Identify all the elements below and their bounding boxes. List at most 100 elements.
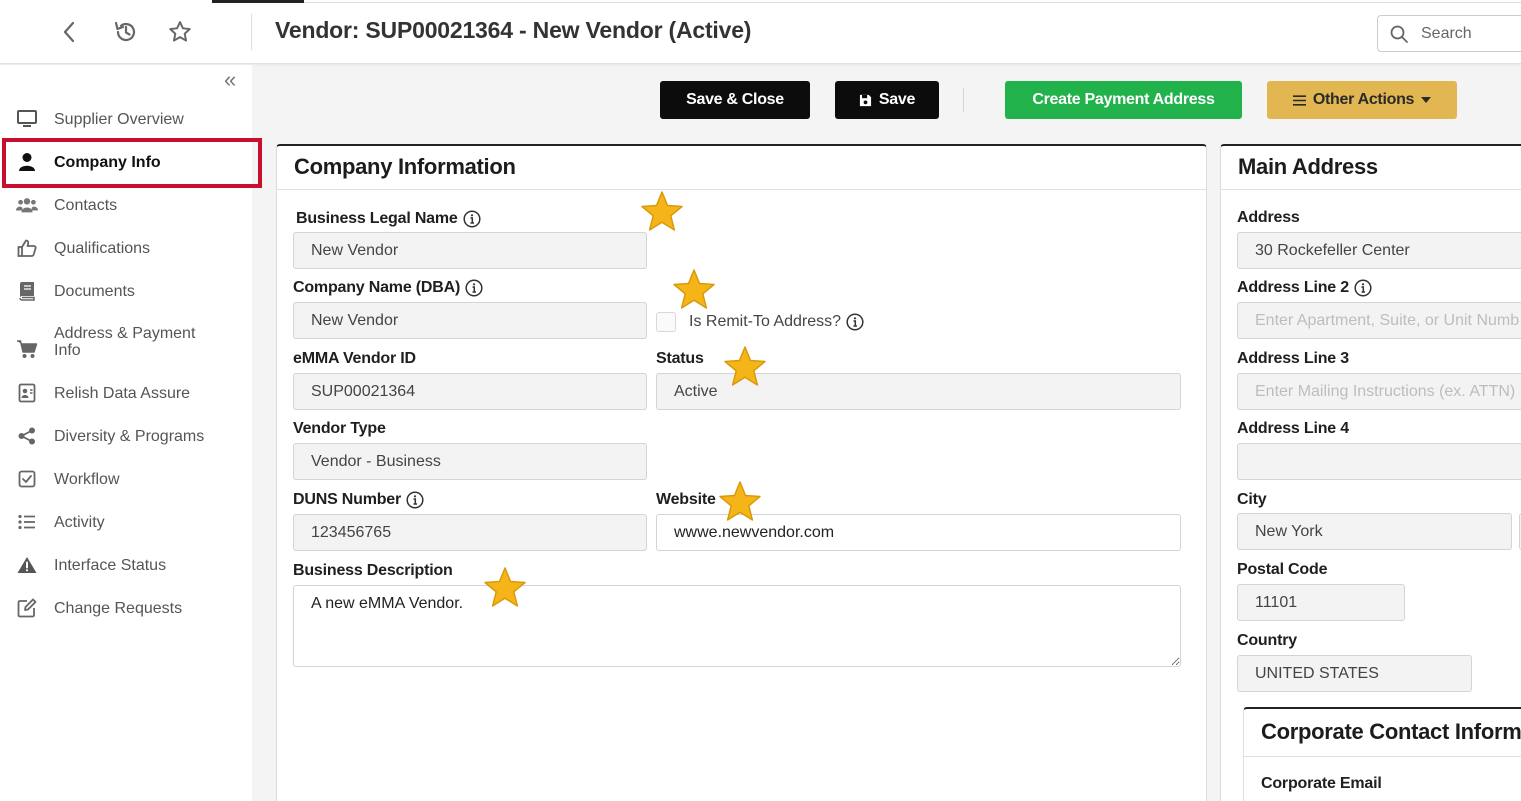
sidebar-item-documents[interactable]: Documents xyxy=(0,279,252,303)
sidebar-item-label: Company Info xyxy=(54,153,161,171)
business-description-textarea[interactable]: A new eMMA Vendor. xyxy=(293,585,1181,667)
create-payment-address-button[interactable]: Create Payment Address xyxy=(1005,81,1242,119)
sidebar-item-label: Address & Payment Info xyxy=(54,325,196,359)
business-legal-name-field[interactable] xyxy=(293,232,647,269)
sidebar-item-contacts[interactable]: Contacts xyxy=(0,193,252,217)
history-icon[interactable] xyxy=(112,18,140,46)
address-line3-field[interactable] xyxy=(1237,373,1521,410)
status-label: Status xyxy=(656,350,704,367)
remit-to-address-label: Is Remit-To Address? xyxy=(689,313,864,331)
vendor-type-label: Vendor Type xyxy=(293,420,386,437)
info-icon[interactable] xyxy=(1354,279,1372,297)
collapse-sidebar-icon[interactable]: « xyxy=(224,69,236,91)
share-icon xyxy=(16,425,38,447)
star-annotation-icon xyxy=(724,346,766,386)
duns-number-label: DUNS Number xyxy=(293,491,424,509)
panel-header: Main Address xyxy=(1221,146,1521,190)
postal-code-label: Postal Code xyxy=(1237,561,1328,578)
star-icon[interactable] xyxy=(166,18,194,46)
sidebar-item-interface-status[interactable]: Interface Status xyxy=(0,553,252,577)
website-label: Website xyxy=(656,491,716,508)
sidebar-item-label: Interface Status xyxy=(54,556,167,574)
panel-title: Corporate Contact Information xyxy=(1261,719,1521,744)
check-square-icon xyxy=(16,468,38,490)
city-field[interactable] xyxy=(1237,513,1512,550)
users-icon xyxy=(16,194,38,216)
star-annotation-icon xyxy=(484,567,526,607)
sidebar-item-label: Supplier Overview xyxy=(54,110,184,128)
info-icon[interactable] xyxy=(406,491,424,509)
active-tab-indicator xyxy=(212,0,304,3)
label-text: DUNS Number xyxy=(293,491,402,508)
vendor-type-field[interactable] xyxy=(293,443,647,480)
remit-to-address-checkbox[interactable] xyxy=(656,312,676,332)
info-icon[interactable] xyxy=(846,313,864,331)
back-icon[interactable] xyxy=(55,18,83,46)
floppy-disk-icon xyxy=(859,94,871,106)
address-line4-field[interactable] xyxy=(1237,443,1521,480)
sidebar-item-label: Activity xyxy=(54,513,105,531)
panel-title: Company Information xyxy=(294,154,516,179)
sidebar-item-label: Diversity & Programs xyxy=(54,427,205,445)
top-border xyxy=(304,2,1521,3)
country-field[interactable] xyxy=(1237,655,1472,692)
sidebar: « Supplier Overview Company Info Contact… xyxy=(0,65,252,801)
list-icon xyxy=(16,511,38,533)
label-text: Address Line 2 xyxy=(1237,279,1349,296)
sidebar-item-supplier-overview[interactable]: Supplier Overview xyxy=(0,107,252,131)
user-icon xyxy=(16,151,38,173)
emma-vendor-id-field[interactable] xyxy=(293,373,647,410)
remit-to-address-option: Is Remit-To Address? xyxy=(656,312,864,332)
address-line2-label: Address Line 2 xyxy=(1237,279,1372,297)
sidebar-item-diversity-programs[interactable]: Diversity & Programs xyxy=(0,424,252,448)
edit-icon xyxy=(16,597,38,619)
label-text: Is Remit-To Address? xyxy=(689,313,842,330)
address-field[interactable] xyxy=(1237,232,1521,269)
sidebar-item-label: Change Requests xyxy=(54,599,183,617)
city-label: City xyxy=(1237,491,1267,508)
sidebar-item-address-payment[interactable]: Address & Payment Info xyxy=(0,322,252,362)
sidebar-item-label: Documents xyxy=(54,282,135,300)
toolbar-divider xyxy=(963,88,964,112)
star-annotation-icon xyxy=(719,481,761,521)
save-close-button[interactable]: Save & Close xyxy=(660,81,810,119)
sidebar-item-label: Workflow xyxy=(54,470,120,488)
search-box[interactable] xyxy=(1377,15,1521,52)
top-bar: Vendor: SUP00021364 - New Vendor (Active… xyxy=(0,0,1521,64)
other-actions-button[interactable]: Other Actions xyxy=(1267,81,1457,119)
search-input[interactable] xyxy=(1421,24,1521,43)
business-description-label: Business Description xyxy=(293,562,453,579)
save-button-label: Save xyxy=(878,91,916,108)
info-icon[interactable] xyxy=(465,279,483,297)
sidebar-item-workflow[interactable]: Workflow xyxy=(0,467,252,491)
corporate-contact-panel: Corporate Contact Information Corporate … xyxy=(1243,707,1521,801)
business-legal-name-label: Business Legal Name xyxy=(296,210,481,228)
address-line2-field[interactable] xyxy=(1237,302,1521,339)
id-card-icon xyxy=(16,382,38,404)
header-divider xyxy=(251,14,252,50)
info-icon[interactable] xyxy=(463,210,481,228)
search-icon xyxy=(1390,25,1408,43)
sidebar-item-relish-data-assure[interactable]: Relish Data Assure xyxy=(0,381,252,405)
save-button[interactable]: Save xyxy=(835,81,939,119)
label-text: Business Legal Name xyxy=(296,210,458,227)
postal-code-field[interactable] xyxy=(1237,584,1405,621)
cart-icon xyxy=(16,338,38,360)
book-icon xyxy=(16,280,38,302)
caret-down-icon xyxy=(1421,97,1432,103)
thumbs-up-icon xyxy=(16,237,38,259)
sidebar-item-qualifications[interactable]: Qualifications xyxy=(0,236,252,260)
sidebar-item-change-requests[interactable]: Change Requests xyxy=(0,596,252,620)
panel-divider xyxy=(1244,756,1521,757)
star-annotation-icon xyxy=(641,191,683,231)
sidebar-item-activity[interactable]: Activity xyxy=(0,510,252,534)
panel-header: Company Information xyxy=(277,146,1206,190)
address-line3-label: Address Line 3 xyxy=(1237,350,1349,367)
address-label: Address xyxy=(1237,209,1300,226)
duns-number-field[interactable] xyxy=(293,514,647,551)
other-actions-label: Other Actions xyxy=(1312,91,1415,108)
sidebar-item-company-info[interactable]: Company Info xyxy=(0,150,252,174)
company-name-dba-field[interactable] xyxy=(293,302,647,339)
warning-icon xyxy=(16,554,38,576)
sidebar-item-label: Qualifications xyxy=(54,239,151,257)
